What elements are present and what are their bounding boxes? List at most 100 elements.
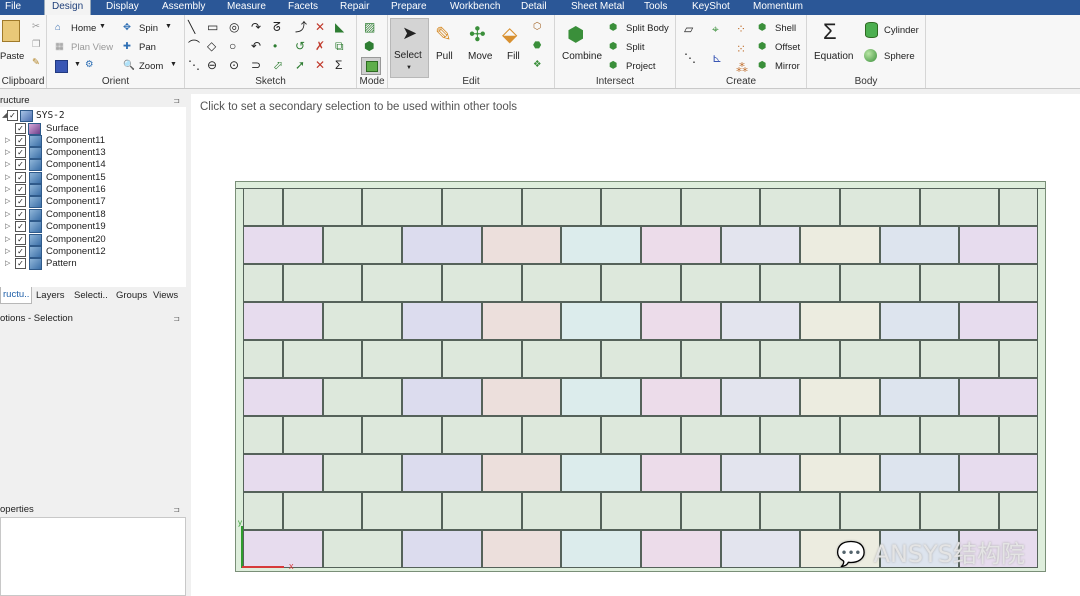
brick[interactable] bbox=[442, 416, 522, 454]
brick[interactable] bbox=[919, 340, 1000, 378]
pin-icon[interactable]: ⊐ bbox=[173, 312, 180, 325]
brick[interactable] bbox=[840, 264, 920, 302]
3d-mode-icon[interactable] bbox=[361, 57, 381, 75]
circle-tool-icon[interactable]: ◎ bbox=[229, 21, 239, 33]
tab-selection[interactable]: Selecti.. bbox=[74, 290, 108, 301]
menu-tab-file[interactable]: File bbox=[5, 0, 21, 15]
brick[interactable] bbox=[959, 226, 1038, 264]
brick[interactable] bbox=[800, 378, 880, 416]
menu-tab-tools[interactable]: Tools bbox=[644, 0, 667, 15]
brick[interactable] bbox=[641, 302, 721, 340]
visibility-checkbox[interactable]: ✓ bbox=[15, 234, 26, 245]
pin-icon[interactable]: ⊐ bbox=[173, 503, 180, 516]
select-button[interactable]: ➤ Select ▼ bbox=[390, 18, 429, 78]
copy-icon[interactable]: ❐ bbox=[32, 39, 41, 50]
bend-tool-icon[interactable]: ↺ bbox=[295, 40, 305, 52]
brick[interactable] bbox=[481, 226, 562, 264]
arc-tool-icon[interactable]: ↷ bbox=[251, 21, 261, 33]
brick[interactable] bbox=[641, 378, 721, 416]
chevron-down-icon[interactable]: ▼ bbox=[165, 23, 172, 30]
chevron-down-icon[interactable]: ▼ bbox=[74, 61, 81, 68]
brick[interactable] bbox=[402, 378, 482, 416]
brick[interactable] bbox=[760, 188, 840, 226]
axis-icon[interactable]: ⋱ bbox=[684, 52, 696, 64]
rectangle-tool-icon[interactable]: ▭ bbox=[207, 21, 218, 33]
pin-icon[interactable]: ⊐ bbox=[173, 94, 180, 107]
menu-tab-detail[interactable]: Detail bbox=[521, 0, 547, 15]
brick[interactable] bbox=[243, 302, 323, 340]
brick[interactable] bbox=[481, 530, 562, 568]
brick[interactable] bbox=[720, 226, 801, 264]
format-painter-icon[interactable]: ✎ bbox=[32, 57, 40, 68]
brick[interactable] bbox=[282, 264, 363, 302]
brick[interactable] bbox=[322, 226, 403, 264]
brick[interactable] bbox=[442, 492, 522, 530]
brick[interactable] bbox=[601, 188, 681, 226]
brick[interactable] bbox=[760, 416, 840, 454]
brick[interactable] bbox=[800, 226, 880, 264]
paste-icon[interactable] bbox=[2, 20, 20, 42]
brick[interactable] bbox=[999, 492, 1038, 530]
brick[interactable] bbox=[959, 302, 1038, 340]
brick[interactable] bbox=[362, 340, 442, 378]
menu-tab-sheet-metal[interactable]: Sheet Metal bbox=[571, 0, 624, 15]
brick[interactable] bbox=[561, 226, 641, 264]
menu-tab-keyshot[interactable]: KeyShot bbox=[692, 0, 730, 15]
visibility-checkbox[interactable]: ✓ bbox=[15, 258, 26, 269]
brick[interactable] bbox=[481, 302, 562, 340]
fillet-tool-icon[interactable]: ⊃ bbox=[251, 59, 261, 71]
brick[interactable] bbox=[840, 340, 920, 378]
brick-wall-model[interactable] bbox=[235, 181, 1046, 572]
tab-layers[interactable]: Layers bbox=[36, 290, 65, 301]
brick[interactable] bbox=[680, 416, 761, 454]
split-button[interactable]: Split bbox=[626, 42, 644, 53]
brick[interactable] bbox=[601, 492, 681, 530]
visibility-checkbox[interactable]: ✓ bbox=[15, 196, 26, 207]
fill-button[interactable]: Fill bbox=[507, 51, 520, 62]
menu-tab-facets[interactable]: Facets bbox=[288, 0, 318, 15]
brick[interactable] bbox=[760, 340, 840, 378]
point-tool-icon[interactable]: • bbox=[273, 40, 277, 52]
brick[interactable] bbox=[999, 264, 1038, 302]
plan-view-button[interactable]: Plan View bbox=[71, 42, 113, 53]
tangent-arc-icon[interactable]: ⤴ bbox=[295, 21, 307, 33]
circular-pattern-icon[interactable]: ⁙ bbox=[736, 43, 746, 55]
brick[interactable] bbox=[322, 378, 403, 416]
visibility-checkbox[interactable]: ✓ bbox=[15, 147, 26, 158]
brick[interactable] bbox=[322, 530, 403, 568]
visibility-checkbox[interactable]: ✓ bbox=[15, 221, 26, 232]
brick[interactable] bbox=[282, 340, 363, 378]
brick[interactable] bbox=[322, 454, 403, 492]
brick[interactable] bbox=[959, 454, 1038, 492]
menu-tab-prepare[interactable]: Prepare bbox=[391, 0, 427, 15]
brick[interactable] bbox=[601, 340, 681, 378]
brick[interactable] bbox=[521, 264, 602, 302]
menu-tab-workbench[interactable]: Workbench bbox=[450, 0, 500, 15]
split-body-button[interactable]: Split Body bbox=[626, 23, 669, 34]
cut-icon[interactable]: ✂ bbox=[32, 21, 40, 32]
menu-tab-measure[interactable]: Measure bbox=[227, 0, 266, 15]
brick[interactable] bbox=[720, 530, 801, 568]
brick[interactable] bbox=[561, 378, 641, 416]
polygon-tool-icon[interactable]: ⊙ bbox=[229, 59, 239, 71]
brick[interactable] bbox=[402, 226, 482, 264]
brick[interactable] bbox=[959, 378, 1038, 416]
brick[interactable] bbox=[601, 416, 681, 454]
sketch-mode-icon[interactable]: ▨ bbox=[364, 21, 375, 33]
origin-icon[interactable]: ⌖ bbox=[712, 23, 719, 35]
coordinate-system-icon[interactable]: ⊾ bbox=[712, 52, 722, 64]
offset-button[interactable]: Offset bbox=[775, 42, 800, 53]
brick[interactable] bbox=[243, 188, 283, 226]
brick[interactable] bbox=[720, 378, 801, 416]
plane-icon[interactable]: ▱ bbox=[684, 23, 693, 35]
brick[interactable] bbox=[680, 340, 761, 378]
brick[interactable] bbox=[481, 378, 562, 416]
brick[interactable] bbox=[243, 226, 323, 264]
cylinder-button[interactable]: Cylinder bbox=[884, 25, 919, 36]
combine-button[interactable]: Combine bbox=[562, 51, 602, 62]
brick[interactable] bbox=[720, 454, 801, 492]
menu-tab-assembly[interactable]: Assembly bbox=[162, 0, 205, 15]
paste-button[interactable]: Paste bbox=[0, 51, 24, 62]
brick[interactable] bbox=[362, 264, 442, 302]
brick[interactable] bbox=[919, 264, 1000, 302]
